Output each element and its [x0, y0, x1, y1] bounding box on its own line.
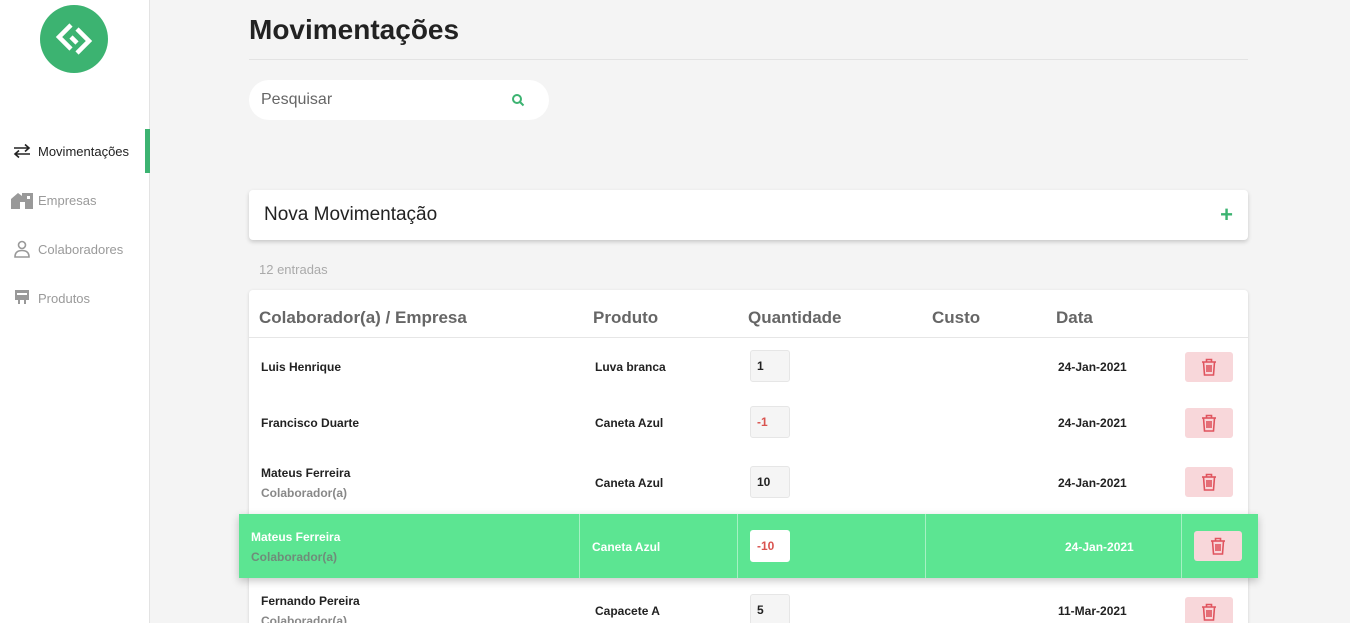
collaborator-name: Mateus Ferreira — [261, 466, 351, 480]
column-header-custo[interactable]: Custo — [932, 308, 980, 328]
product-name: Luva branca — [595, 360, 666, 374]
sidebar-item-colaboradores[interactable]: Colaboradores — [0, 227, 150, 271]
product-name: Caneta Azul — [595, 416, 664, 430]
search-bar — [249, 80, 549, 120]
quantity-field[interactable]: 5 — [750, 594, 790, 623]
dragging-table-row[interactable]: Mateus Ferreira Colaborador(a) Caneta Az… — [239, 514, 1258, 578]
column-header-produto[interactable]: Produto — [593, 308, 658, 328]
quantity-field[interactable]: -10 — [750, 530, 790, 562]
collaborator-name: Luis Henrique — [261, 360, 342, 374]
product-name: Caneta Azul — [595, 476, 664, 490]
trash-icon — [1202, 414, 1216, 432]
trash-icon — [1202, 473, 1216, 491]
sidebar-item-movimentacoes[interactable]: Movimentações — [0, 129, 150, 173]
plus-icon[interactable]: + — [1220, 204, 1233, 226]
date-value: 24-Jan-2021 — [1058, 360, 1127, 374]
date-value: 24-Jan-2021 — [1058, 476, 1127, 490]
table-row[interactable]: Francisco Duarte Caneta Azul -1 24-Jan-2… — [249, 394, 1248, 450]
page-title: Movimentações — [249, 14, 460, 45]
table-row[interactable]: Fernando Pereira Colaborador(a) Capacete… — [249, 578, 1248, 623]
product-icon — [11, 287, 33, 309]
swap-arrows-icon — [11, 140, 33, 162]
sidebar-item-label: Movimentações — [38, 143, 130, 159]
column-header-quantidade[interactable]: Quantidade — [748, 308, 842, 328]
collaborator-role: Colaborador(a) — [261, 614, 348, 623]
column-separator — [579, 514, 580, 578]
new-movement-panel[interactable]: Nova Movimentação + — [249, 190, 1248, 240]
product-name: Capacete A — [595, 604, 660, 618]
new-movement-label: Nova Movimentação — [264, 204, 438, 225]
trash-icon — [1202, 358, 1216, 376]
column-separator — [925, 514, 926, 578]
sidebar-item-label: Colaboradores — [38, 241, 124, 257]
delete-button[interactable] — [1185, 352, 1233, 382]
delete-button[interactable] — [1185, 467, 1233, 497]
app-logo[interactable] — [40, 5, 108, 73]
search-input[interactable] — [261, 91, 501, 109]
search-icon[interactable] — [511, 93, 525, 107]
date-value: 24-Jan-2021 — [1065, 540, 1134, 554]
sidebar-item-produtos[interactable]: Produtos — [0, 276, 150, 320]
column-header-colaborador[interactable]: Colaborador(a) / Empresa — [259, 308, 467, 328]
sidebar-item-label: Empresas — [38, 192, 97, 208]
collaborator-name: Fernando Pereira — [261, 594, 360, 608]
collaborator-cell: Mateus Ferreira Colaborador(a) — [251, 530, 340, 564]
delete-button[interactable] — [1194, 531, 1242, 561]
quantity-field[interactable]: 1 — [750, 350, 790, 382]
person-icon — [11, 238, 33, 260]
collaborator-name: Mateus Ferreira — [251, 530, 341, 544]
buildings-icon — [11, 189, 33, 211]
sidebar-item-label: Produtos — [38, 290, 91, 306]
sidebar-item-empresas[interactable]: Empresas — [0, 178, 150, 222]
sidebar: Movimentações Empresas Colaboradores Pro… — [0, 0, 150, 623]
collaborator-cell: Mateus Ferreira Colaborador(a) — [261, 466, 350, 500]
trash-icon — [1202, 603, 1216, 621]
quantity-field[interactable]: -1 — [750, 406, 790, 438]
date-value: 24-Jan-2021 — [1058, 416, 1127, 430]
logo-icon — [55, 23, 93, 55]
delete-button[interactable] — [1185, 597, 1233, 623]
delete-button[interactable] — [1185, 408, 1233, 438]
column-header-data[interactable]: Data — [1056, 308, 1093, 328]
product-name: Caneta Azul — [592, 540, 661, 554]
divider — [249, 59, 1248, 60]
collaborator-role: Colaborador(a) — [251, 550, 338, 564]
trash-icon — [1211, 537, 1225, 555]
date-value: 11-Mar-2021 — [1058, 604, 1127, 618]
entries-count: 12 entradas — [259, 262, 328, 277]
table-row[interactable]: Mateus Ferreira Colaborador(a) Caneta Az… — [249, 450, 1248, 514]
column-separator — [1181, 514, 1182, 578]
collaborator-cell: Fernando Pereira Colaborador(a) — [261, 594, 360, 623]
table-row[interactable]: Luis Henrique Luva branca 1 24-Jan-2021 — [249, 338, 1248, 394]
column-separator — [737, 514, 738, 578]
collaborator-name: Francisco Duarte — [261, 416, 360, 430]
table-header: Colaborador(a) / Empresa Produto Quantid… — [249, 290, 1248, 338]
collaborator-role: Colaborador(a) — [261, 486, 348, 500]
quantity-field[interactable]: 10 — [750, 466, 790, 498]
